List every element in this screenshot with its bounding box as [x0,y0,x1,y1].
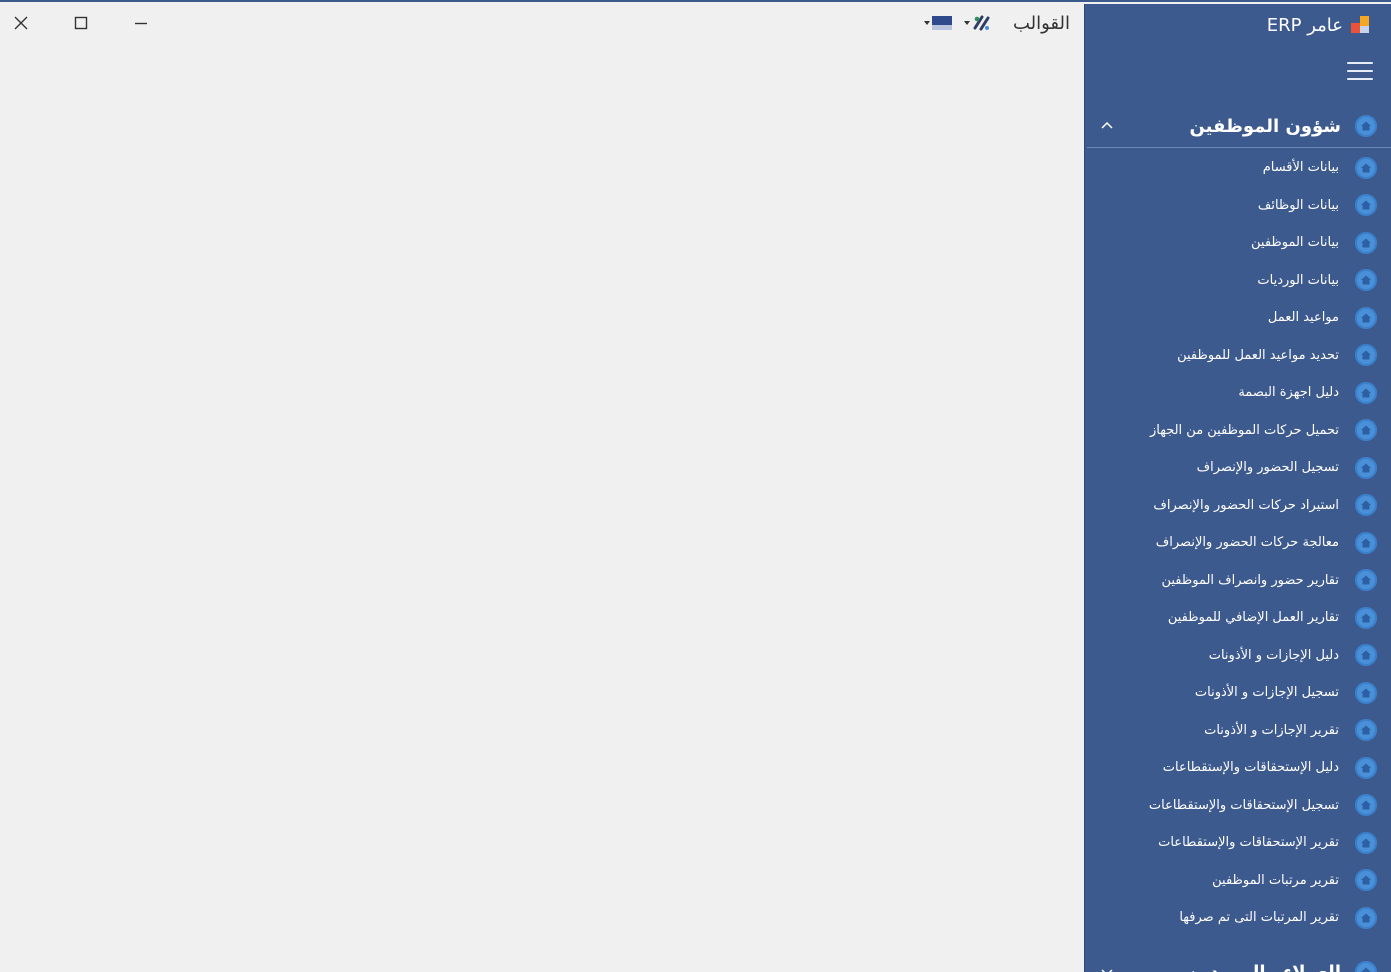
home-icon [1355,869,1377,892]
home-icon [1355,756,1377,779]
home-icon [1355,156,1377,179]
app-title: عامر ERP [1266,14,1343,36]
sidebar-item-label: معالجة حركات الحضور والإنصراف [1155,535,1339,551]
maximize-icon [74,16,88,30]
sidebar-item-label: دليل الإجازات و الأذونات [1208,647,1339,663]
home-icon [1355,681,1377,704]
palette-icon [973,15,990,31]
section-title: شؤون الموظفين [1189,115,1341,137]
section-title: العملاء والموردين [1186,961,1341,972]
templates-menu[interactable]: القوالب [1013,13,1070,34]
sidebar-item-label: تحديد مواعيد العمل للموظفين [1177,347,1339,363]
chevron-down-icon [923,21,930,25]
menu-toggle-button[interactable] [1347,62,1373,80]
home-icon [1355,115,1377,137]
sidebar-item-label: استيراد حركات الحضور والإنصراف [1153,497,1339,513]
app-logo-icon [1351,15,1371,35]
titlebar: القوالب [0,2,1084,44]
maximize-window-button[interactable] [66,8,96,38]
chevron-down-icon[interactable] [1099,964,1115,972]
home-icon [1355,381,1377,404]
chevron-down-icon [963,21,970,25]
sidebar-menu-item[interactable]: دليل اجهزة البصمة [1085,374,1391,412]
sidebar-menu-item[interactable]: تسجيل الإستحقاقات والإستقطاعات [1085,787,1391,825]
theme-dropdown[interactable] [961,11,995,35]
sidebar-item-label: بيانات الورديات [1257,272,1339,288]
sidebar-item-label: تقارير العمل الإضافي للموظفين [1167,610,1339,626]
close-window-button[interactable] [6,8,36,38]
sidebar-menu-item[interactable]: بيانات الورديات [1085,262,1391,300]
sidebar-item-label: بيانات الوظائف [1257,197,1339,213]
home-icon [1355,419,1377,442]
sidebar-item-label: تحميل حركات الموظفين من الجهاز [1149,422,1339,438]
home-icon [1355,494,1377,517]
section-customers-header[interactable]: العملاء والموردين [1085,952,1391,972]
close-icon [14,16,28,30]
flag-icon [931,16,952,30]
sidebar-menu-item[interactable]: مواعيد العمل [1085,299,1391,337]
sidebar-menu-item[interactable]: دليل الإجازات و الأذونات [1085,637,1391,675]
minimize-icon [135,22,147,25]
sidebar-menu-item[interactable]: تقرير الإستحقاقات والإستقطاعات [1085,824,1391,862]
sidebar-menu-item[interactable]: تحديد مواعيد العمل للموظفين [1085,337,1391,375]
sidebar-menu-item[interactable]: دليل الإستحقاقات والإستقطاعات [1085,749,1391,787]
language-dropdown[interactable] [921,11,955,35]
home-icon [1355,606,1377,629]
sidebar-menu-item[interactable]: تقرير الإجازات و الأذونات [1085,712,1391,750]
home-icon [1355,194,1377,217]
sidebar-item-label: دليل اجهزة البصمة [1238,385,1339,401]
home-icon [1355,961,1377,972]
titlebar-tools: القوالب [921,8,1070,38]
sidebar-menu-item[interactable]: معالجة حركات الحضور والإنصراف [1085,524,1391,562]
employees-menu: بيانات الأقسام بيانات الوظائف بيانات الموظ… [1085,149,1391,937]
home-icon [1355,719,1377,742]
sidebar-item-label: تقرير الإجازات و الأذونات [1204,722,1339,738]
home-icon [1355,344,1377,367]
section-employees-header[interactable]: شؤون الموظفين [1085,106,1391,146]
app-window: القوالب عامر ERP شؤون الموظفين بيانات ال… [0,0,1391,972]
chevron-up-icon[interactable] [1099,118,1115,134]
sidebar-item-label: تقرير مرتبات الموظفين [1212,872,1339,888]
sidebar-menu-item[interactable]: تحميل حركات الموظفين من الجهاز [1085,412,1391,450]
home-icon [1355,306,1377,329]
home-icon [1355,831,1377,854]
sidebar-item-label: مواعيد العمل [1267,310,1339,326]
sidebar-item-label: تقارير حضور وانصراف الموظفين [1161,572,1339,588]
home-icon [1355,456,1377,479]
home-icon [1355,644,1377,667]
sidebar-item-label: تقرير الإستحقاقات والإستقطاعات [1158,835,1339,851]
hamburger-line [1347,78,1373,80]
main-content-area [0,44,1084,972]
sidebar-item-label: تقرير المرتبات التى تم صرفها [1179,910,1339,926]
sidebar-menu-item[interactable]: تسجيل الحضور والإنصراف [1085,449,1391,487]
home-icon [1355,794,1377,817]
sidebar-item-label: بيانات الأقسام [1262,160,1339,176]
sidebar-item-label: دليل الإستحقاقات والإستقطاعات [1162,760,1339,776]
sidebar-menu-item[interactable]: بيانات الوظائف [1085,187,1391,225]
home-icon [1355,906,1377,929]
minimize-window-button[interactable] [126,8,156,38]
home-icon [1355,569,1377,592]
sidebar-item-label: تسجيل الإستحقاقات والإستقطاعات [1148,797,1339,813]
sidebar-menu-item[interactable]: تقارير حضور وانصراف الموظفين [1085,562,1391,600]
sidebar: عامر ERP شؤون الموظفين بيانات الأقسام بيا… [1084,4,1391,972]
sidebar-menu-item[interactable]: تقرير المرتبات التى تم صرفها [1085,899,1391,937]
sidebar-item-label: تسجيل الإجازات و الأذونات [1194,685,1339,701]
sidebar-menu-item[interactable]: تقرير مرتبات الموظفين [1085,862,1391,900]
divider [1087,147,1391,148]
sidebar-menu-item[interactable]: بيانات الأقسام [1085,149,1391,187]
hamburger-line [1347,70,1373,72]
hamburger-icon [1347,62,1373,64]
sidebar-menu-item[interactable]: تقارير العمل الإضافي للموظفين [1085,599,1391,637]
home-icon [1355,231,1377,254]
sidebar-menu-item[interactable]: استيراد حركات الحضور والإنصراف [1085,487,1391,525]
sidebar-menu-item[interactable]: بيانات الموظفين [1085,224,1391,262]
brand: عامر ERP [1267,12,1371,38]
sidebar-item-label: بيانات الموظفين [1251,235,1339,251]
home-icon [1355,531,1377,554]
sidebar-menu-item[interactable]: تسجيل الإجازات و الأذونات [1085,674,1391,712]
sidebar-item-label: تسجيل الحضور والإنصراف [1196,460,1339,476]
home-icon [1355,269,1377,292]
